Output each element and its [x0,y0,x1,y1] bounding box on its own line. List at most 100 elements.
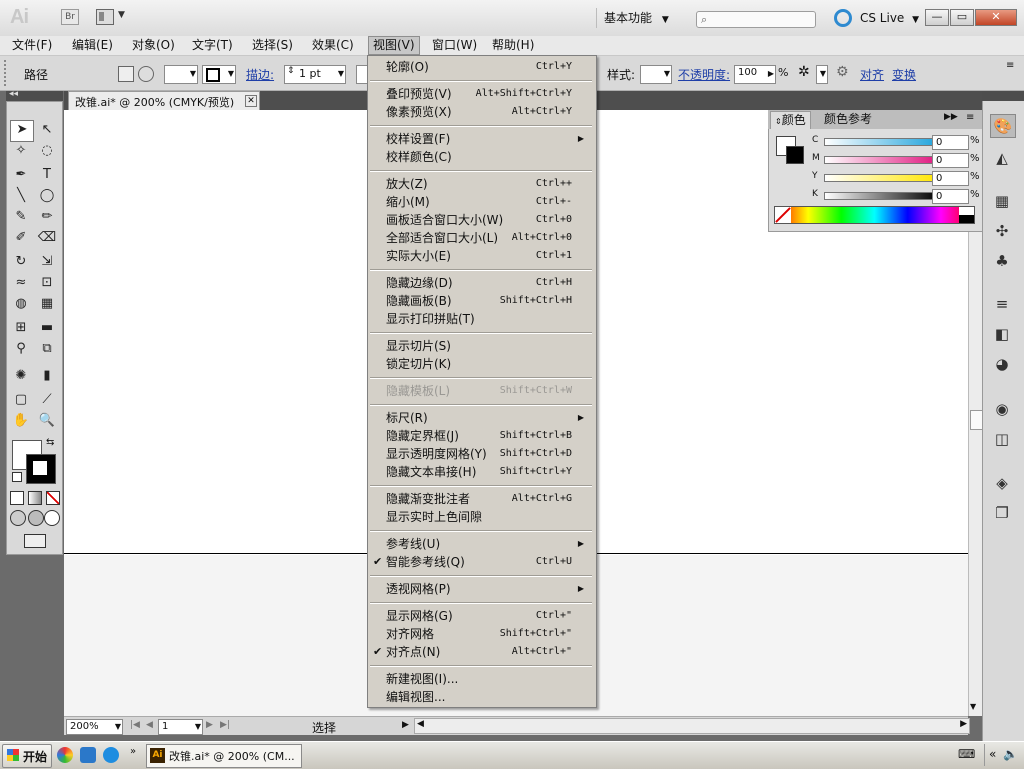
channel-value-field[interactable]: 0 [932,189,969,204]
ellipse-tool-icon[interactable]: ◯ [36,186,58,206]
status-menu-icon[interactable]: ▶ [402,720,409,730]
close-tab-icon[interactable]: ✕ [245,95,257,107]
menu-file[interactable]: 文件(F) [8,37,56,54]
gradient-panel-icon[interactable]: ◧ [990,323,1014,345]
color-mode-icon[interactable] [10,491,24,505]
mesh-tool-icon[interactable]: ⊞ [10,318,32,338]
view-menu-item[interactable]: ✔ 对齐点(N) Alt+Ctrl+" [373,643,586,661]
close-button[interactable]: ✕ [975,9,1017,26]
quicklaunch-more-icon[interactable]: » [130,746,136,757]
view-menu-item[interactable]: 校样设置(F) ▶ [386,130,586,148]
start-button[interactable]: 开始 [2,744,52,768]
view-menu-item[interactable]: 像素预览(X) Alt+Ctrl+Y [386,103,586,121]
view-menu-item[interactable]: 隐藏渐变批注者 Alt+Ctrl+G [386,490,586,508]
symbol-sprayer-tool-icon[interactable]: ✺ [10,366,32,386]
line-tool-icon[interactable]: ╲ [10,186,32,206]
view-menu-item[interactable]: 放大(Z) Ctrl++ [386,175,586,193]
stroke-swatch[interactable] [26,454,56,484]
transparency-icon[interactable]: ◕ [990,353,1014,375]
graphic-style-dropdown[interactable]: ▼ [640,65,672,84]
explorer-icon[interactable] [80,747,96,763]
none-mode-icon[interactable] [46,491,60,505]
perspective-grid-tool-icon[interactable]: ▦ [36,294,58,314]
view-menu-item[interactable]: 参考线(U) ▶ [386,535,586,553]
view-menu-item[interactable]: 全部适合窗口大小(L) Alt+Ctrl+0 [386,229,586,247]
slider-m[interactable]: M 0% [812,153,982,168]
view-menu-item[interactable]: 轮廓(O) Ctrl+Y [386,58,586,76]
brushes-icon[interactable]: ✣ [990,220,1014,242]
view-menu-item[interactable]: 叠印预览(V) Alt+Shift+Ctrl+Y [386,85,586,103]
none-color-icon[interactable] [775,207,791,223]
recolor-dropdown[interactable]: ▼ [816,65,828,84]
artboard-tool-icon[interactable]: ▢ [10,390,32,410]
view-menu-item[interactable]: 显示切片(S) [386,337,586,355]
blend-tool-icon[interactable]: ⧉ [36,339,58,359]
fill-color-dropdown[interactable]: ▼ [164,65,198,84]
view-menu-item[interactable]: 透视网格(P) ▶ [386,580,586,598]
options-gear-icon[interactable]: ⚙ [836,64,849,80]
collapse-panel-icon[interactable]: ▶▶ [944,112,958,122]
shape-mode-icon[interactable] [118,66,134,82]
layers-icon[interactable]: ◈ [990,472,1014,494]
color-panel-icon[interactable]: 🎨 [990,114,1016,138]
stepper-icon[interactable]: ⇕ [287,66,295,76]
hand-tool-icon[interactable]: ✋ [10,411,32,431]
channel-bar[interactable] [824,156,939,164]
tab-color[interactable]: ⇕颜色 [770,111,811,129]
menu-help[interactable]: 帮助(H) [488,37,538,54]
stroke-panel-link[interactable]: 描边: [246,66,274,83]
free-transform-tool-icon[interactable]: ⊡ [36,273,58,293]
view-menu-item[interactable]: 新建视图(I)... [386,670,586,688]
menu-view[interactable]: 视图(V) [368,36,420,55]
paintbrush-tool-icon[interactable]: ✎ [10,207,32,227]
magic-wand-tool-icon[interactable]: ✧ [10,141,32,161]
menu-effect[interactable]: 效果(C) [308,37,358,54]
view-menu-item[interactable]: 隐藏定界框(J) Shift+Ctrl+B [386,427,586,445]
stroke-weight-field[interactable]: ⇕ 1 pt ▼ [284,65,346,84]
menu-edit[interactable]: 编辑(E) [68,37,117,54]
transform-panel-link[interactable]: 变换 [892,66,916,83]
bridge-button[interactable]: Br [61,9,79,25]
workspace-switcher[interactable]: 基本功能 ▼ [604,8,669,28]
view-menu-item[interactable]: 隐藏文本串接(H) Shift+Ctrl+Y [386,463,586,481]
collapse-icon[interactable]: ◂◂ [9,89,18,99]
swatches-icon[interactable]: ▦ [990,190,1014,212]
selection-tool-icon[interactable]: ➤ [10,120,34,142]
slider-k[interactable]: K 0% [812,189,982,204]
view-menu-item[interactable]: 显示透明度网格(Y) Shift+Ctrl+D [386,445,586,463]
panel-menu-icon[interactable]: ≡ [1006,60,1014,71]
view-menu-item[interactable]: 标尺(R) ▶ [386,409,586,427]
pencil-tool-icon[interactable]: ✏ [36,207,58,227]
pen-tool-icon[interactable]: ✒ [10,165,32,185]
recolor-artwork-icon[interactable]: ✲ [798,64,810,80]
gradient-tool-icon[interactable]: ▬ [36,318,58,338]
scroll-right-icon[interactable]: ▶ [960,719,967,729]
arrange-documents-button[interactable]: ▼ [96,8,130,26]
lasso-tool-icon[interactable]: ◌ [36,141,58,161]
align-panel-link[interactable]: 对齐 [860,66,884,83]
search-input[interactable]: ⌕ [696,11,816,28]
scroll-down-icon[interactable]: ▼ [970,702,976,711]
horizontal-scrollbar[interactable]: ◀ ▶ [414,718,970,734]
recolor-icon[interactable] [138,66,154,82]
slider-c[interactable]: C 0% [812,135,982,150]
channel-value-field[interactable]: 0 [932,153,969,168]
tray-expand-icon[interactable]: « [989,747,996,761]
view-menu-item[interactable]: 锁定切片(K) [386,355,586,373]
gradient-mode-icon[interactable] [28,491,42,505]
appearance-icon[interactable]: ◉ [990,398,1014,420]
graphic-styles-icon[interactable]: ◫ [990,428,1014,450]
scale-tool-icon[interactable]: ⇲ [36,252,58,272]
document-tab[interactable]: 改锥.ai* @ 200% (CMYK/预览) ✕ [68,91,260,110]
shape-builder-tool-icon[interactable]: ◍ [10,294,32,314]
swap-fill-stroke-icon[interactable]: ⇆ [46,437,54,448]
tools-panel-header[interactable]: ◂◂ [6,89,63,101]
channel-bar[interactable] [824,174,939,182]
next-artboard-icon[interactable]: ▶ [206,720,213,730]
color-guide-icon[interactable]: ◭ [990,147,1014,169]
blob-brush-tool-icon[interactable]: ✐ [10,228,32,248]
view-menu-item[interactable]: 显示打印拼贴(T) [386,310,586,328]
default-colors-icon[interactable] [12,472,22,482]
scroll-left-icon[interactable]: ◀ [417,719,424,729]
previous-artboard-icon[interactable]: ◀ [146,720,153,730]
